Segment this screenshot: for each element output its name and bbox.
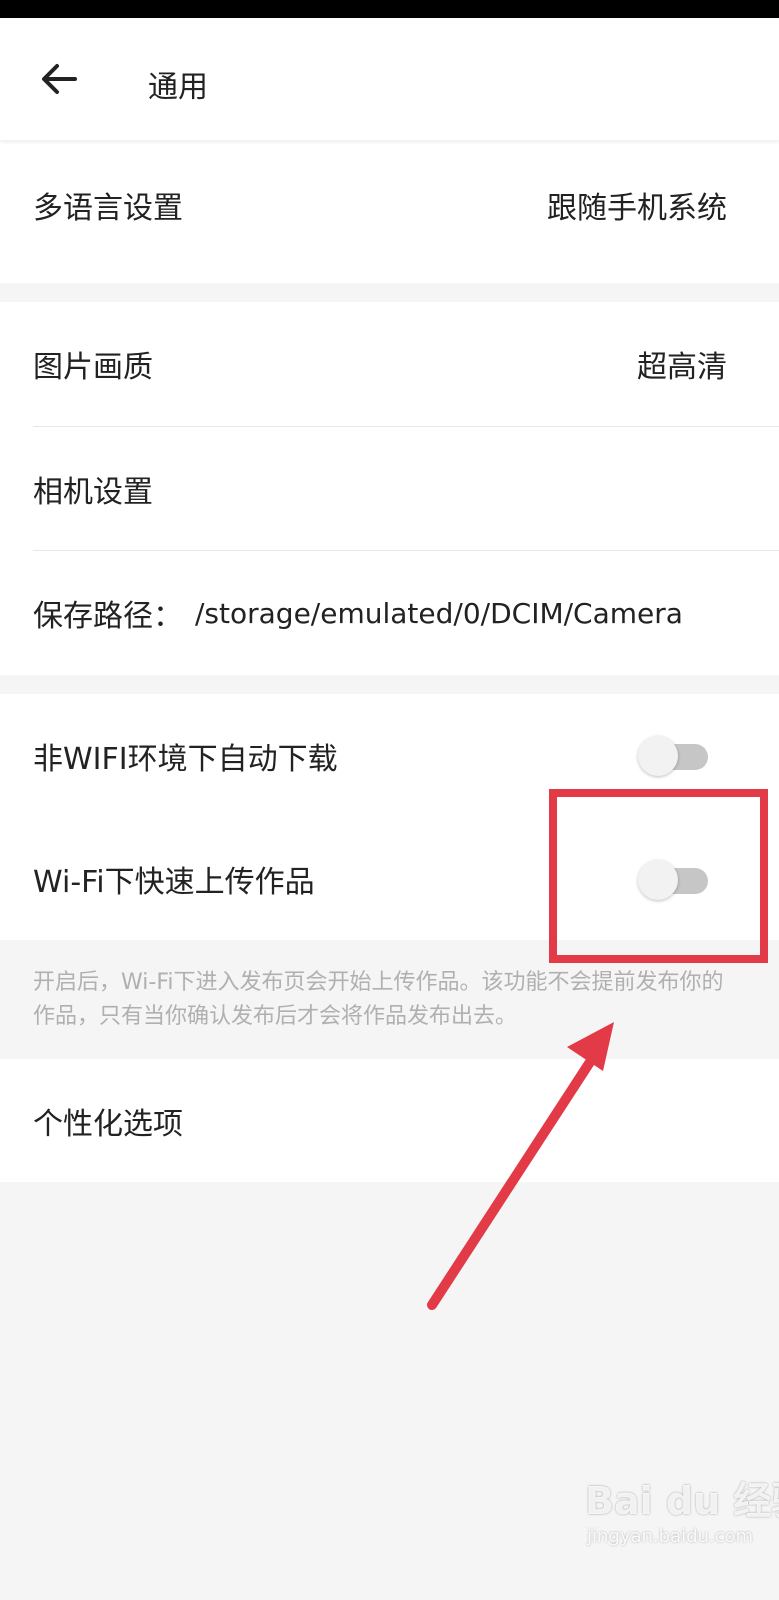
save-path-value: /storage/emulated/0/DCIM/Camera xyxy=(195,596,683,630)
personalization-row[interactable]: 个性化选项 xyxy=(0,1059,779,1182)
watermark-url: jingyan.baidu.com xyxy=(587,1526,754,1547)
language-section: 多语言设置 跟随手机系统 xyxy=(0,140,779,283)
image-quality-label: 图片画质 xyxy=(33,350,153,385)
save-path-label: 保存路径： xyxy=(33,599,183,634)
auto-download-label: 非WIFI环境下自动下载 xyxy=(33,742,338,777)
image-quality-row[interactable]: 图片画质 超高清 xyxy=(0,302,779,426)
personalization-section: 个性化选项 xyxy=(0,1059,779,1182)
page-title: 通用 xyxy=(148,70,208,105)
arrow-left-icon xyxy=(42,64,77,94)
top-app-bar: 通用 xyxy=(0,18,779,140)
personalization-label: 个性化选项 xyxy=(33,1106,183,1142)
toggle-thumb xyxy=(638,860,678,900)
media-section: 图片画质 超高清 相机设置 保存路径： /storage/emulated/0/… xyxy=(0,302,779,675)
camera-setting-row[interactable]: 相机设置 xyxy=(0,427,779,550)
fast-upload-label: Wi-Fi下快速上传作品 xyxy=(33,865,315,900)
fast-upload-hint: 开启后，Wi-Fi下进入发布页会开始上传作品。该功能不会提前发布你的作品，只有当… xyxy=(33,970,724,1029)
auto-download-toggle[interactable] xyxy=(638,736,710,776)
baidu-jingyan-watermark: Bai du 经验 jingyan.baidu.com xyxy=(585,1470,779,1580)
camera-setting-label: 相机设置 xyxy=(33,474,153,510)
network-section: 非WIFI环境下自动下载 Wi-Fi下快速上传作品 xyxy=(0,694,779,940)
fast-upload-toggle[interactable] xyxy=(638,860,710,900)
language-setting-row[interactable]: 多语言设置 跟随手机系统 xyxy=(0,140,779,270)
language-setting-value: 跟随手机系统 xyxy=(547,191,727,226)
toggle-thumb xyxy=(638,736,678,776)
back-button[interactable] xyxy=(30,54,88,104)
status-bar xyxy=(0,0,779,18)
watermark-logo: Bai du 经验 xyxy=(585,1479,779,1523)
language-setting-label: 多语言设置 xyxy=(33,191,183,226)
save-path-row[interactable]: 保存路径： /storage/emulated/0/DCIM/Camera xyxy=(0,551,779,675)
image-quality-value: 超高清 xyxy=(637,350,727,385)
